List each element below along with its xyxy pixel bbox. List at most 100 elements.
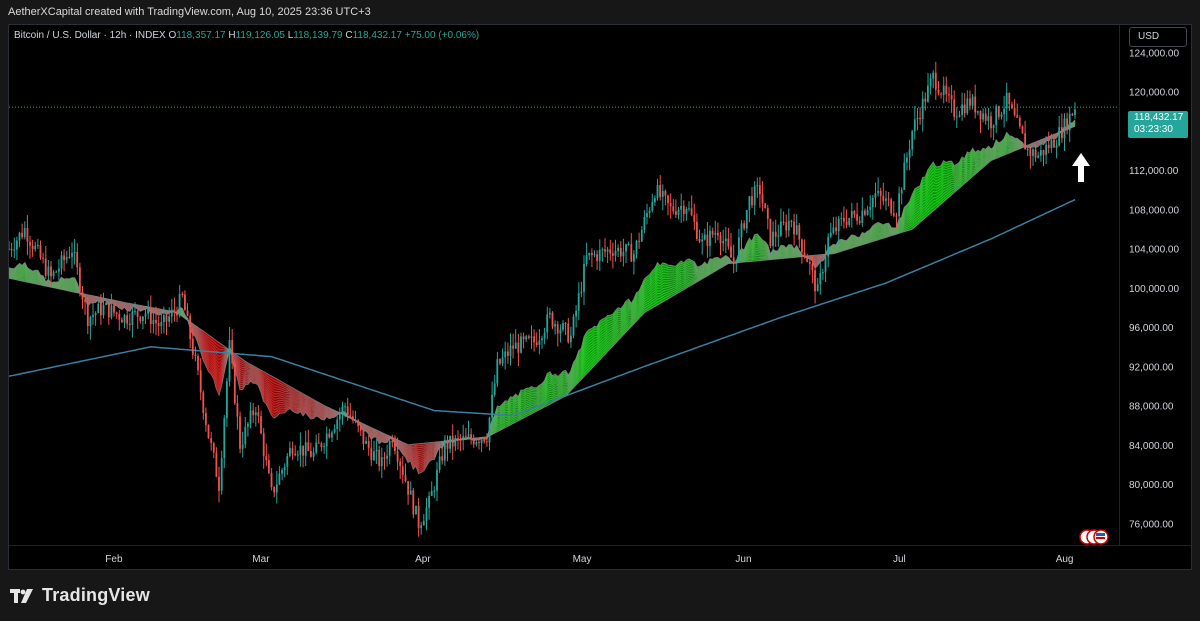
ribbon-fill (922, 177, 926, 220)
candle-body (323, 446, 325, 448)
candle-body (97, 303, 100, 313)
candle-body (441, 456, 444, 461)
candle-body (850, 211, 853, 218)
ribbon-fill (271, 376, 275, 418)
candle-body (992, 125, 995, 128)
candle-body (157, 323, 160, 327)
candle-body (785, 222, 788, 231)
candle-body (619, 247, 622, 257)
ema-ribbon (9, 119, 1076, 475)
candle-body (155, 319, 157, 324)
ribbon-line-4 (9, 120, 1076, 469)
ribbon-fill (636, 291, 640, 321)
candle-body (257, 412, 260, 417)
candle-body (391, 440, 394, 443)
candle-body (995, 106, 998, 126)
ribbon-fill (626, 299, 629, 332)
candle-body (622, 251, 625, 257)
candle-body (501, 357, 504, 364)
ribbon-fill (967, 152, 970, 181)
candle-body (871, 197, 874, 207)
candle-body (795, 225, 798, 235)
ribbon-fill (1012, 136, 1015, 152)
candle-body (924, 98, 927, 102)
candle-body (976, 110, 979, 113)
candle-body (475, 442, 478, 445)
candle-body (422, 520, 425, 526)
ribbon-fill (261, 370, 264, 402)
candle-body (1003, 108, 1005, 115)
last-price-value: 118,432.17 (1134, 112, 1184, 123)
candle-body (247, 423, 249, 427)
candle-body (559, 329, 562, 334)
candle-body (945, 85, 948, 95)
ribbon-fill (962, 157, 965, 186)
candle-body (212, 443, 215, 453)
ribbon-fill (560, 371, 563, 399)
ribbon-fill (22, 262, 25, 282)
candle-body (887, 198, 890, 200)
candle-body (1024, 133, 1026, 150)
ribbon-fill (384, 433, 388, 443)
ribbon-fill (526, 388, 529, 417)
time-tick-label: Jun (735, 554, 751, 565)
candle-body (596, 254, 598, 261)
candle-body (89, 316, 92, 327)
candle-body (963, 104, 966, 114)
candle-body (409, 490, 412, 495)
price-tick-label: 124,000.00 (1129, 49, 1179, 60)
currency-button[interactable]: USD (1129, 27, 1187, 47)
ribbon-fill (959, 157, 963, 188)
ribbon-fill (786, 244, 789, 258)
candle-body (719, 235, 722, 244)
candle-body (538, 340, 541, 345)
candle-body (593, 254, 596, 256)
candle-body (346, 406, 349, 415)
ribbon-fill (628, 299, 632, 330)
candle-body (735, 260, 738, 265)
candle-body (386, 455, 388, 459)
candle-body (614, 251, 617, 256)
candle-body (682, 205, 685, 214)
candle-body (982, 113, 984, 120)
candle-body (63, 255, 65, 260)
chart-plot-area[interactable] (9, 25, 1119, 545)
candle-body (1018, 117, 1021, 127)
candle-body (73, 251, 76, 253)
ribbon-fill (56, 281, 59, 289)
candle-body (81, 291, 84, 300)
ribbon-fill (552, 374, 556, 403)
candle-body (275, 484, 278, 493)
price-axis[interactable]: 124,000.00120,000.00116,000.00112,000.00… (1119, 25, 1191, 545)
tradingview-logo[interactable]: TradingView (10, 585, 150, 606)
candle-body (207, 424, 210, 439)
candle-body (522, 336, 525, 340)
candle-body (194, 354, 197, 356)
time-axis[interactable]: Feb Mar Apr May Jun Jul Aug (9, 545, 1191, 569)
candle-body (396, 451, 399, 462)
ribbon-fill (841, 239, 844, 252)
candle-body (753, 186, 756, 206)
ribbon-fill (712, 257, 716, 273)
ribbon-fill (573, 358, 577, 388)
candle-body (367, 441, 370, 449)
candle-body (651, 202, 654, 211)
ribbon-fill (644, 276, 647, 313)
ribbon-fill (534, 387, 537, 413)
ribbon-line-7 (9, 122, 1076, 463)
candle-body (233, 363, 236, 404)
candle-body (832, 227, 835, 233)
candle-body (380, 457, 383, 467)
price-tick-label: 88,000.00 (1129, 402, 1174, 413)
candle-body (488, 417, 491, 443)
candle-body (1016, 115, 1019, 118)
candle-body (102, 304, 105, 316)
candle-body (136, 311, 139, 317)
candle-body (336, 419, 339, 429)
candle-body (23, 228, 26, 237)
candle-body (1021, 126, 1024, 134)
price-tick-label: 92,000.00 (1129, 362, 1174, 373)
candle-body (551, 312, 554, 327)
ribbon-fill (258, 368, 262, 393)
ribbon-fill (933, 162, 936, 211)
